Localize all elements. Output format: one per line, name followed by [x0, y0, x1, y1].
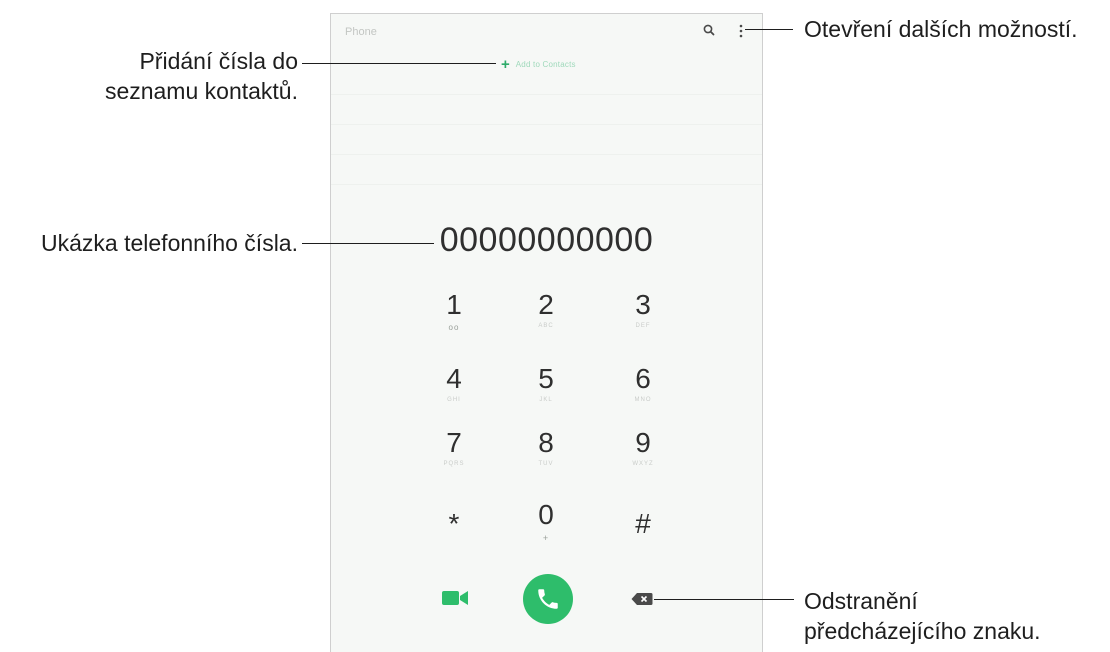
background-divider [331, 154, 762, 155]
key-digit: * [448, 508, 460, 539]
key-letters: + [542, 533, 550, 543]
key-4[interactable]: 4 GHI [414, 363, 494, 405]
key-digit: 1 [446, 289, 462, 320]
key-digit: 9 [635, 427, 651, 458]
callout-text-line: Přidání čísla do [139, 48, 298, 74]
key-1[interactable]: 1 oo [414, 289, 494, 332]
app-title: Phone [345, 26, 377, 38]
key-letters [414, 542, 494, 550]
callout-number-preview: Ukázka telefonního čísla. [41, 230, 298, 256]
key-digit: 7 [446, 427, 462, 458]
key-letters: DEF [635, 323, 651, 329]
callout-add-number: Přidání čísla do seznamu kontaktů. [0, 46, 298, 106]
callout-line-more-options [745, 29, 793, 30]
key-3[interactable]: 3 DEF [603, 289, 683, 331]
search-icon[interactable] [702, 23, 716, 37]
key-letters: JKL [539, 397, 553, 403]
key-letters: WXYZ [632, 461, 654, 467]
callout-text-line: seznamu kontaktů. [104, 78, 298, 104]
background-divider [331, 184, 762, 185]
plus-icon: + [501, 56, 510, 73]
phone-icon [538, 589, 558, 609]
key-hash[interactable]: # [603, 508, 683, 550]
key-letters: GHI [447, 397, 461, 403]
key-9[interactable]: 9 WXYZ [603, 427, 683, 469]
add-to-contacts-label: Add to Contacts [515, 60, 576, 69]
key-digit: 3 [635, 289, 651, 320]
video-call-icon[interactable] [441, 588, 469, 608]
phone-dialer-screen: Phone + Add to Contacts 00000000000 1 oo… [330, 13, 763, 652]
callout-text-line: Odstranění [804, 588, 918, 614]
callout-text-line: předcházejícího znaku. [804, 618, 1041, 644]
key-star[interactable]: * [414, 508, 494, 550]
callout-delete-char: Odstranění předcházejícího znaku. [804, 586, 1041, 646]
key-6[interactable]: 6 MNO [603, 363, 683, 405]
callout-line-add-number [302, 63, 496, 64]
callout-line-number-preview [302, 243, 434, 244]
phone-number-display: 00000000000 [439, 221, 654, 259]
key-letters: TUV [538, 461, 554, 467]
key-7[interactable]: 7 PQRS [414, 427, 494, 469]
key-5[interactable]: 5 JKL [506, 363, 586, 405]
key-digit: 6 [635, 363, 651, 394]
key-letters: PQRS [443, 461, 465, 467]
callout-more-options: Otevření dalších možností. [804, 16, 1078, 42]
key-letters [603, 542, 683, 550]
key-8[interactable]: 8 TUV [506, 427, 586, 469]
key-digit: 5 [538, 363, 554, 394]
key-digit: 4 [446, 363, 462, 394]
add-to-contacts-button[interactable]: + Add to Contacts [501, 57, 576, 72]
background-divider [331, 94, 762, 95]
voicemail-icon: oo [448, 323, 460, 332]
key-letters: ABC [538, 323, 554, 329]
key-0[interactable]: 0 + [506, 499, 586, 543]
callout-line-delete-char [654, 599, 794, 600]
call-button[interactable] [523, 574, 573, 624]
key-digit: 0 [538, 499, 554, 530]
key-2[interactable]: 2 ABC [506, 289, 586, 331]
key-digit: # [635, 508, 651, 539]
backspace-icon[interactable] [631, 592, 653, 606]
key-digit: 8 [538, 427, 554, 458]
key-digit: 2 [538, 289, 554, 320]
more-options-icon[interactable] [736, 23, 746, 39]
background-divider [331, 124, 762, 125]
key-letters: MNO [634, 397, 652, 403]
